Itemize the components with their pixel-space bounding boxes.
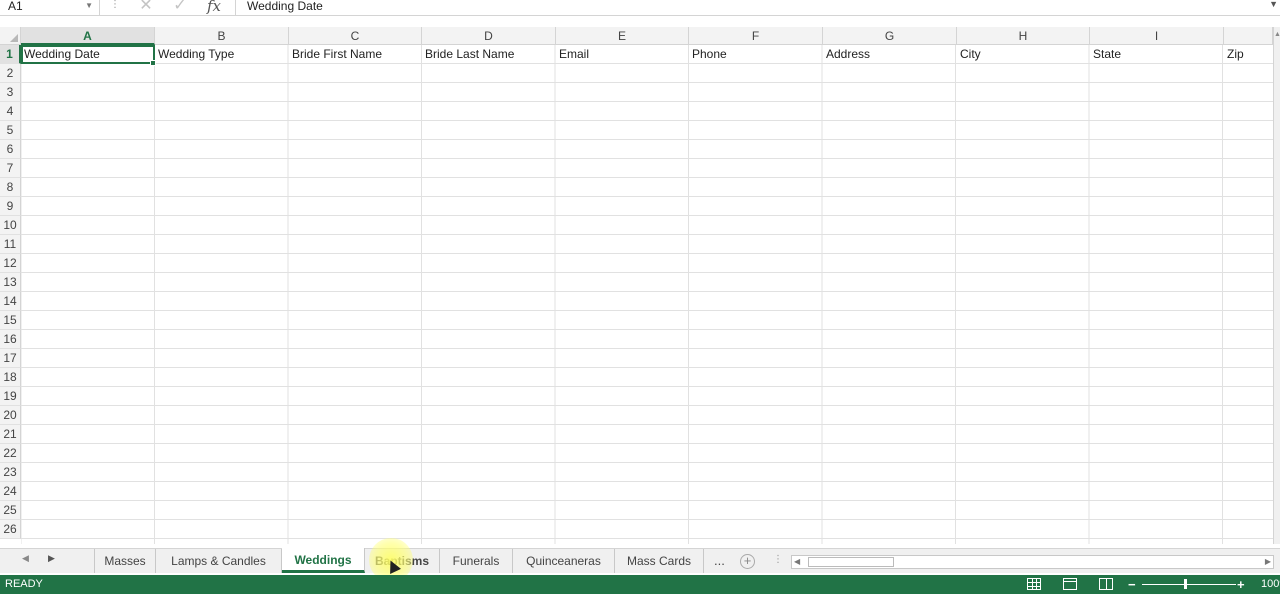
cell-c1[interactable]: Bride First Name: [289, 45, 422, 64]
row-header[interactable]: 4: [0, 102, 21, 121]
select-all-icon: [10, 34, 18, 42]
formula-bar-grip-icon[interactable]: ⋮: [110, 0, 120, 14]
row-header[interactable]: 11: [0, 235, 21, 254]
cell-e1[interactable]: Email: [556, 45, 689, 64]
sheet-tab-lamps-candles[interactable]: Lamps & Candles: [156, 549, 282, 573]
cell-b1[interactable]: Wedding Type: [155, 45, 289, 64]
cell-f1[interactable]: Phone: [689, 45, 823, 64]
zoom-slider-thumb[interactable]: [1184, 579, 1187, 589]
column-header-d[interactable]: D: [422, 27, 556, 45]
row-header[interactable]: 5: [0, 121, 21, 140]
name-box-value: A1: [8, 0, 23, 13]
scroll-up-icon[interactable]: ▲: [1274, 31, 1280, 38]
horizontal-scrollbar[interactable]: ◀ ▶: [791, 555, 1274, 569]
row-header[interactable]: 7: [0, 159, 21, 178]
column-header-c[interactable]: C: [289, 27, 422, 45]
row-header[interactable]: 6: [0, 140, 21, 159]
row-headers: 1 2 3 4 5 6 7 8 9 10 11 12 13 14 15 16 1…: [0, 45, 21, 539]
row-header[interactable]: 23: [0, 463, 21, 482]
column-header-h[interactable]: H: [957, 27, 1090, 45]
row-header[interactable]: 16: [0, 330, 21, 349]
row-header[interactable]: 13: [0, 273, 21, 292]
cell-j1[interactable]: Zip: [1224, 45, 1273, 64]
row-header[interactable]: 18: [0, 368, 21, 387]
sheet-tab-weddings[interactable]: Weddings: [282, 548, 365, 573]
row-header[interactable]: 19: [0, 387, 21, 406]
row-header[interactable]: 22: [0, 444, 21, 463]
zoom-in-button[interactable]: +: [1237, 575, 1245, 594]
column-header-j[interactable]: [1224, 27, 1273, 45]
formula-input[interactable]: Wedding Date: [247, 0, 323, 14]
row-header[interactable]: 3: [0, 83, 21, 102]
previous-sheet-icon[interactable]: ◀: [22, 553, 29, 564]
sheet-tab-mass-cards[interactable]: Mass Cards: [615, 549, 704, 573]
page-layout-view-icon[interactable]: [1063, 578, 1077, 590]
enter-icon[interactable]: ✓: [169, 0, 191, 14]
sheet-tab-baptisms[interactable]: Baptisms: [365, 549, 440, 573]
add-sheet-icon[interactable]: +: [740, 554, 755, 569]
name-box-dropdown-icon[interactable]: ▼: [85, 0, 93, 12]
sheet-tab-quinceaneras[interactable]: Quinceaneras: [513, 549, 615, 573]
cell-i1[interactable]: State: [1090, 45, 1224, 64]
zoom-out-button[interactable]: −: [1128, 575, 1136, 594]
cancel-icon[interactable]: ✕: [135, 0, 157, 14]
zoom-slider[interactable]: [1142, 584, 1236, 585]
sheet-tab-bar: ◀ ▶ Masses Lamps & Candles Weddings Bapt…: [0, 548, 1280, 573]
cell-a1[interactable]: Wedding Date: [21, 45, 155, 64]
column-headers: A B C D E F G H I: [21, 27, 1273, 45]
row-header[interactable]: 12: [0, 254, 21, 273]
insert-function-icon[interactable]: fx: [203, 0, 225, 14]
status-bar: READY − + 100%: [0, 575, 1280, 594]
name-box[interactable]: A1 ▼: [0, 0, 100, 16]
next-sheet-icon[interactable]: ▶: [48, 553, 55, 564]
tab-splitter-icon[interactable]: ⋮: [773, 554, 783, 565]
row-header[interactable]: 26: [0, 520, 21, 539]
row-header[interactable]: 9: [0, 197, 21, 216]
cell-h1[interactable]: City: [957, 45, 1090, 64]
row-header[interactable]: 14: [0, 292, 21, 311]
cell-g1[interactable]: Address: [823, 45, 957, 64]
row-header[interactable]: 25: [0, 501, 21, 520]
select-all-button[interactable]: [0, 27, 21, 45]
cell-grid[interactable]: Wedding Date Wedding Type Bride First Na…: [21, 45, 1273, 544]
row-header[interactable]: 1: [0, 45, 21, 64]
expand-formula-bar-icon[interactable]: ▼: [1269, 0, 1278, 9]
page-break-preview-icon[interactable]: [1099, 578, 1113, 590]
row-header[interactable]: 17: [0, 349, 21, 368]
formula-bar-divider: [235, 0, 236, 16]
zoom-level[interactable]: 100%: [1261, 575, 1280, 594]
formula-bar: A1 ▼ ⋮ ✕ ✓ fx Wedding Date ▼: [0, 0, 1280, 16]
row-header[interactable]: 10: [0, 216, 21, 235]
fill-handle[interactable]: [150, 60, 156, 66]
status-text: READY: [5, 578, 43, 590]
sheet-tab-masses[interactable]: Masses: [94, 549, 156, 573]
row-header[interactable]: 24: [0, 482, 21, 501]
row-header[interactable]: 2: [0, 64, 21, 83]
column-header-b[interactable]: B: [155, 27, 289, 45]
row-header[interactable]: 15: [0, 311, 21, 330]
cell-d1[interactable]: Bride Last Name: [422, 45, 556, 64]
column-header-e[interactable]: E: [556, 27, 689, 45]
vertical-scrollbar[interactable]: ▲: [1273, 27, 1280, 544]
column-header-a[interactable]: A: [21, 27, 155, 45]
scroll-right-icon[interactable]: ▶: [1265, 556, 1271, 568]
sheet-tab-funerals[interactable]: Funerals: [440, 549, 513, 573]
more-sheets-button[interactable]: ...: [714, 549, 725, 573]
row-header[interactable]: 20: [0, 406, 21, 425]
grid-lines: [21, 45, 1273, 544]
column-header-i[interactable]: I: [1090, 27, 1224, 45]
horizontal-scroll-thumb[interactable]: [808, 557, 894, 567]
row-header[interactable]: 21: [0, 425, 21, 444]
column-header-g[interactable]: G: [823, 27, 957, 45]
scroll-left-icon[interactable]: ◀: [794, 556, 800, 568]
normal-view-icon[interactable]: [1027, 578, 1041, 590]
row-header[interactable]: 8: [0, 178, 21, 197]
column-header-f[interactable]: F: [689, 27, 823, 45]
